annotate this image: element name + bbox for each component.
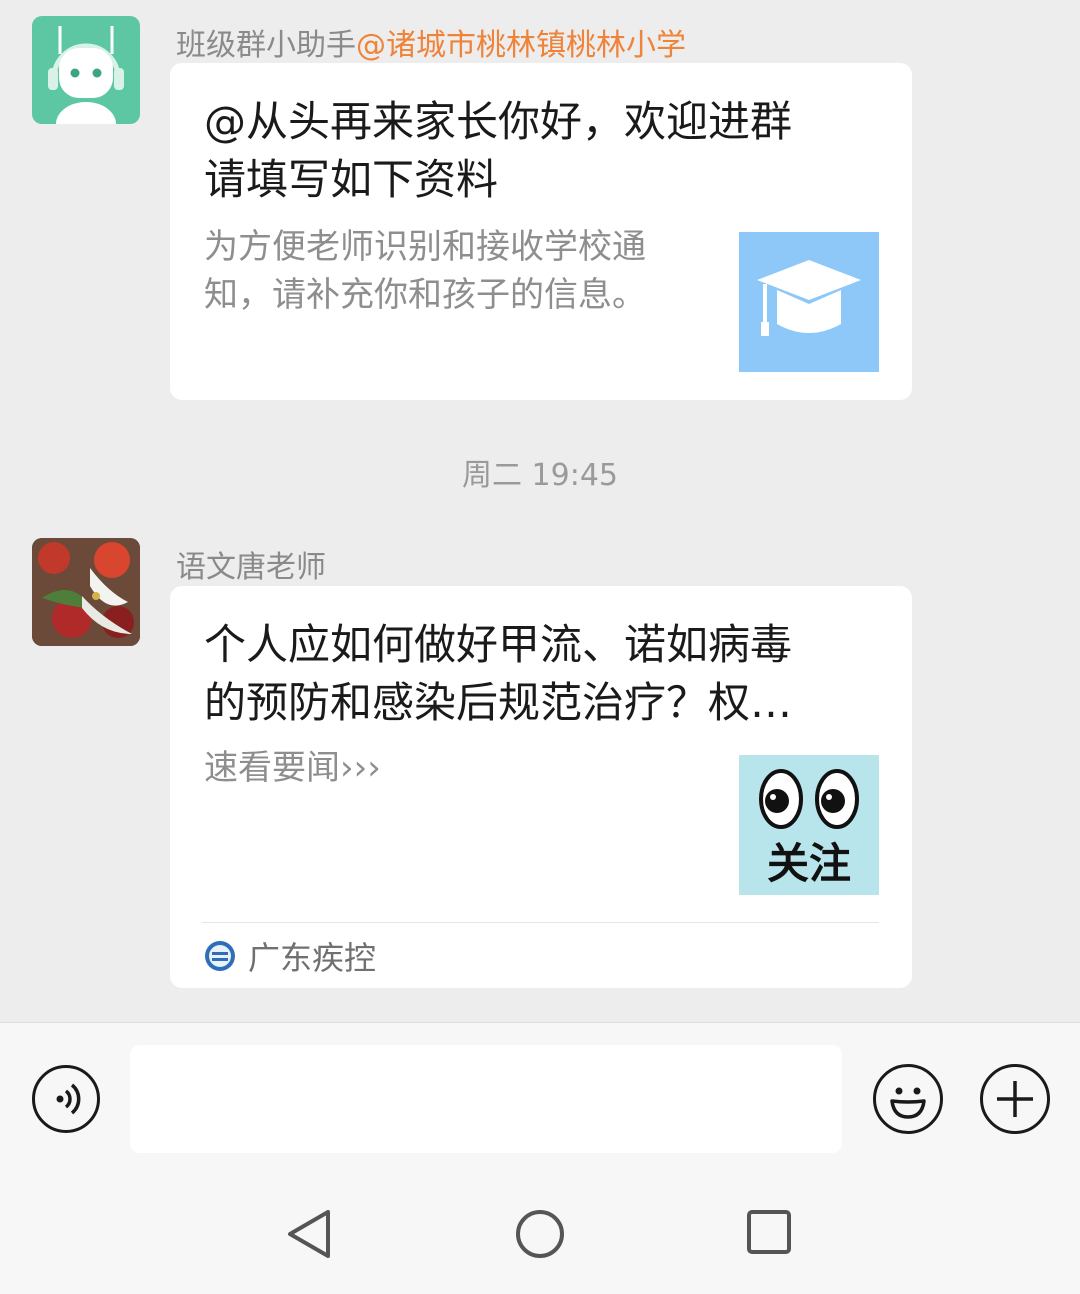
card-title-line: 的预防和感染后规范治疗？权… <box>204 678 793 727</box>
card-divider <box>202 922 879 923</box>
thumbnail-text: 关注 <box>766 839 851 888</box>
sender-name-text: 语文唐老师 <box>176 550 326 585</box>
plus-icon <box>997 1081 1033 1117</box>
message-card[interactable]: @从头再来家长你好，欢迎进群 请填写如下资料 为方便老师识别和接收学校通 知，请… <box>170 63 912 400</box>
message-card[interactable]: 个人应如何做好甲流、诺如病毒 的预防和感染后规范治疗？权… 速看要闻››› 关注 <box>170 586 912 988</box>
mention-text[interactable]: @诸城市桃林镇桃林小学 <box>356 28 686 63</box>
card-title-line: @从头再来家长你好，欢迎进群 <box>204 97 793 146</box>
card-desc-line: 知，请补充你和孩子的信息。 <box>204 275 646 315</box>
card-desc-line: 为方便老师识别和接收学校通 <box>204 227 646 267</box>
emoji-button[interactable] <box>873 1064 943 1134</box>
card-thumbnail <box>739 232 879 372</box>
emoji-icon <box>890 1087 926 1119</box>
card-description: 为方便老师识别和接收学校通 知，请补充你和孩子的信息。 <box>204 223 646 319</box>
voice-icon <box>56 1083 81 1115</box>
source-name: 广东疾控 <box>248 939 377 977</box>
input-bar <box>0 1022 1080 1173</box>
chat-area: 班级群小助手@诸城市桃林镇桃林小学 @从头再来家长你好，欢迎进群 请填写如下资料… <box>0 0 1080 1022</box>
message-input[interactable] <box>130 1045 842 1153</box>
card-title-line: 个人应如何做好甲流、诺如病毒 <box>204 620 793 669</box>
card-description: 速看要闻››› <box>204 744 381 792</box>
card-title: 个人应如何做好甲流、诺如病毒 的预防和感染后规范治疗？权… <box>204 616 792 732</box>
bot-avatar[interactable] <box>32 16 140 124</box>
cdc-logo-icon <box>205 941 235 971</box>
home-icon[interactable] <box>514 1208 566 1260</box>
card-title-line: 请填写如下资料 <box>204 155 499 204</box>
recents-icon[interactable] <box>745 1208 793 1256</box>
card-desc-line: 速看要闻››› <box>204 748 381 788</box>
timestamp: 周二 19:45 <box>462 458 618 493</box>
card-source[interactable]: 广东疾控 <box>204 932 376 980</box>
flower-photo-icon <box>32 538 140 646</box>
sender-name-text: 班级群小助手 <box>176 28 356 63</box>
eyes-icon <box>759 769 859 829</box>
robot-icon <box>48 26 124 124</box>
sender-name: 班级群小助手@诸城市桃林镇桃林小学 <box>176 20 686 64</box>
system-nav-bar <box>0 1172 1080 1294</box>
card-thumbnail: 关注 <box>739 755 879 895</box>
voice-button[interactable] <box>32 1065 100 1133</box>
sender-name: 语文唐老师 <box>176 542 326 586</box>
graduation-cap-icon <box>757 260 861 336</box>
card-title: @从头再来家长你好，欢迎进群 请填写如下资料 <box>204 93 792 209</box>
plus-button[interactable] <box>980 1064 1050 1134</box>
back-icon[interactable] <box>284 1208 336 1260</box>
teacher-avatar[interactable] <box>32 538 140 646</box>
